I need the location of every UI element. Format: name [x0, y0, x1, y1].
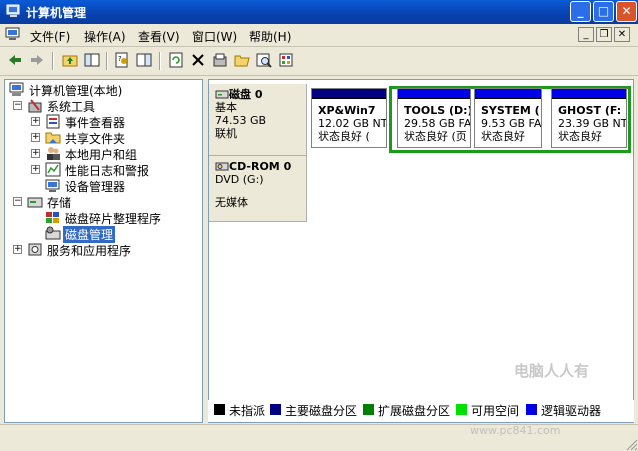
find-icon[interactable] [256, 52, 272, 68]
legend-logical: 逻辑驱动器 [541, 404, 602, 418]
legend-extended: 扩展磁盘分区 [378, 404, 451, 418]
storage-icon [27, 197, 43, 208]
computer-management-icon [6, 4, 20, 17]
menu-bar: 文件(F) 操作(A) 查看(V) 窗口(W) 帮助(H) _ ❐ ✕ [0, 24, 638, 47]
cdrom0-info[interactable]: CD-ROM 0 DVD (G:) 无媒体 [209, 156, 307, 222]
show-hide-tree-icon[interactable] [84, 52, 100, 68]
disk0-status: 联机 [215, 127, 237, 140]
disk0-info[interactable]: 磁盘 0 基本 74.53 GB 联机 [209, 84, 307, 156]
legend-swatch-primary [270, 404, 281, 415]
performance-icon [45, 162, 61, 177]
title-bar: 计算机管理 _ □ ✕ [0, 0, 638, 24]
partition-system-e[interactable]: SYSTEM ( 9.53 GB FA 状态良好 [474, 88, 542, 148]
menu-action[interactable]: 操作(A) [84, 28, 126, 45]
resize-grip-icon[interactable] [624, 437, 638, 451]
mmc-document-icon [5, 27, 20, 40]
tools-icon [28, 99, 42, 113]
refresh-icon[interactable] [168, 52, 184, 68]
window-title: 计算机管理 [26, 6, 87, 20]
legend-swatch-logical [526, 404, 537, 415]
cdrom0-name: CD-ROM 0 [229, 160, 292, 173]
delete-icon[interactable] [190, 52, 206, 68]
expand-toggle[interactable]: + [31, 149, 40, 158]
device-manager-icon [45, 179, 60, 192]
settings-icon[interactable] [278, 52, 294, 68]
watermark: 电脑人人有 [514, 362, 590, 380]
expand-toggle[interactable]: + [31, 133, 40, 142]
help-pane-icon[interactable] [136, 52, 152, 68]
minimize-button[interactable]: _ [570, 1, 591, 22]
cd-rom-icon [215, 162, 229, 171]
up-folder-icon[interactable] [62, 52, 78, 68]
users-icon [47, 147, 60, 160]
legend-unallocated: 未指派 [229, 404, 266, 418]
maximize-button[interactable]: □ [593, 1, 614, 22]
services-icon [28, 243, 42, 256]
legend-swatch-extended [363, 404, 374, 415]
expand-toggle[interactable]: + [13, 245, 22, 254]
forward-arrow-icon[interactable] [29, 52, 45, 68]
watermark-url: www.pc841.com [470, 424, 561, 437]
partition-ghost-f[interactable]: GHOST (F: 23.39 GB NT 状态良好 [551, 88, 627, 148]
properties-icon[interactable]: ? [114, 52, 130, 68]
menu-help[interactable]: 帮助(H) [249, 28, 291, 45]
disk-management-icon [45, 226, 61, 240]
mdi-minimize-button[interactable]: _ [578, 27, 594, 42]
expand-toggle[interactable]: + [31, 117, 40, 126]
close-button[interactable]: ✕ [616, 1, 637, 22]
open-folder-icon[interactable] [234, 52, 250, 68]
hard-disk-icon [215, 90, 229, 99]
legend-swatch-free [456, 404, 467, 415]
collapse-toggle[interactable]: − [13, 197, 22, 206]
partition-tools-d[interactable]: TOOLS (D:) 29.58 GB FAT 状态良好 (页 [397, 88, 471, 148]
cdrom0-status: 无媒体 [215, 196, 248, 209]
event-viewer-icon [46, 114, 60, 129]
defrag-icon [46, 212, 59, 223]
console-tree: 计算机管理(本地) − 系统工具 + 事件查看器 + 共享文件夹 + 本地用户和… [4, 79, 203, 423]
legend-swatch-unallocated [214, 404, 225, 415]
computer-icon [9, 82, 24, 96]
menu-view[interactable]: 查看(V) [138, 28, 180, 45]
back-arrow-icon[interactable] [7, 52, 23, 68]
mdi-restore-button[interactable]: ❐ [596, 27, 612, 42]
shared-folder-icon [45, 132, 61, 144]
legend: 未指派 主要磁盘分区 扩展磁盘分区 可用空间 逻辑驱动器 [208, 400, 634, 422]
menu-window[interactable]: 窗口(W) [192, 28, 237, 45]
menu-file[interactable]: 文件(F) [30, 28, 70, 45]
disk0-type: 基本 [215, 101, 237, 114]
disk0-name: 磁盘 0 [229, 88, 263, 101]
legend-primary: 主要磁盘分区 [285, 404, 358, 418]
svg-text:?: ? [118, 55, 122, 63]
cdrom0-type: DVD (G:) [215, 173, 264, 186]
expand-toggle[interactable]: + [31, 165, 40, 174]
legend-free: 可用空间 [471, 404, 520, 418]
mdi-close-button[interactable]: ✕ [614, 27, 630, 42]
collapse-toggle[interactable]: − [13, 101, 22, 110]
toolbar: ? [0, 47, 638, 76]
export-icon[interactable] [212, 52, 228, 68]
disk0-size: 74.53 GB [215, 114, 267, 127]
partition-xp-win7[interactable]: XP&Win7 12.02 GB NT 状态良好 ( [311, 88, 387, 148]
